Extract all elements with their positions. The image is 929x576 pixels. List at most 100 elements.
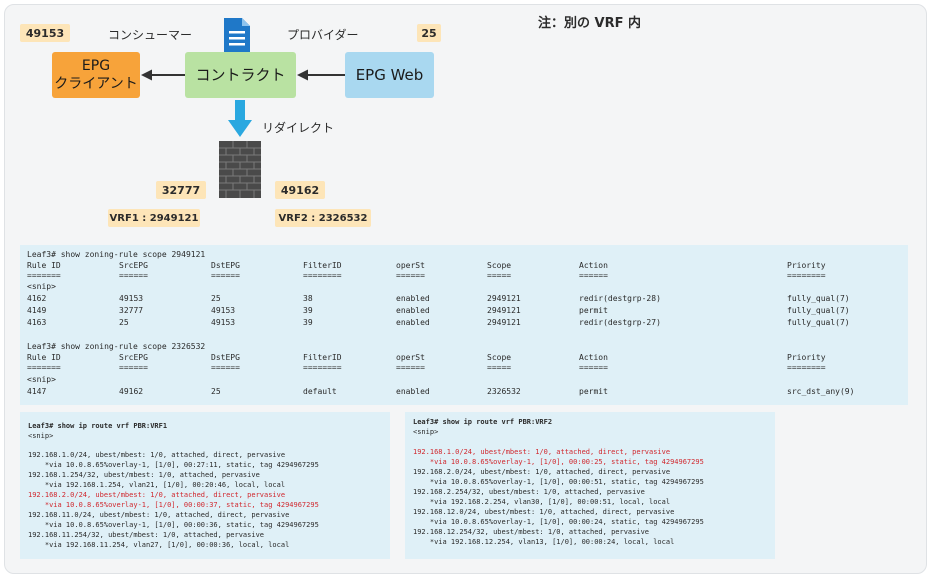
route-entry: *via 192.168.2.254, vlan30, [1/0], 00:00… — [413, 498, 671, 506]
table-cell: 32777 — [119, 306, 144, 315]
separator-row: ======= ====== ====== ======== ====== ==… — [20, 362, 908, 373]
table-cell: fully_qual(7) — [787, 306, 850, 315]
separator: ======== — [303, 363, 342, 372]
table-cell: 38 — [303, 294, 313, 303]
route-entry: 192.168.1.0/24, ubest/mbest: 1/0, attach… — [28, 451, 286, 459]
table-cell: 2949121 — [487, 306, 521, 315]
badge-provider-pctag: 25 — [417, 24, 441, 42]
snip-text: <snip> — [27, 282, 56, 291]
snip-row: <snip> — [20, 281, 908, 292]
table-cell: redir(destgrp-28) — [579, 294, 661, 303]
separator: ====== — [211, 271, 240, 280]
badge-fw-provider-pctag: 49162 — [275, 181, 325, 199]
table-cell: 25 — [119, 318, 129, 327]
table-cell: fully_qual(7) — [787, 318, 850, 327]
table-cell: enabled — [396, 294, 430, 303]
table-cell: permit — [579, 387, 608, 396]
redirect-arrow-icon — [228, 100, 252, 137]
badge-vrf2: VRF2 : 2326532 — [275, 209, 371, 227]
table-cell: fully_qual(7) — [787, 294, 850, 303]
route-entry: *via 192.168.1.254, vlan21, [1/0], 00:20… — [28, 481, 286, 489]
table-cell: default — [303, 387, 337, 396]
epg-web-label: EPG Web — [355, 66, 424, 84]
separator: ======== — [303, 271, 342, 280]
route-entry: 192.168.1.254/32, ubest/mbest: 1/0, atta… — [28, 471, 260, 479]
route-entry: *via 10.0.8.65%overlay-1, [1/0], 00:00:3… — [28, 521, 319, 529]
separator: ====== — [579, 271, 608, 280]
contract-document-icon — [224, 18, 250, 54]
table-cell: permit — [579, 306, 608, 315]
separator: ====== — [211, 363, 240, 372]
route-entry: *via 10.0.8.65%overlay-1, [1/0], 00:27:1… — [28, 461, 319, 469]
table-cell: 25 — [211, 294, 221, 303]
table-cell: 49153 — [211, 318, 236, 327]
table-cell: 2326532 — [487, 387, 521, 396]
cli-command: Leaf3# show ip route vrf PBR:VRF1 — [28, 422, 168, 430]
route-entry: *via 10.0.8.65%overlay-1, [1/0], 00:00:5… — [413, 478, 704, 486]
table-cell: enabled — [396, 306, 430, 315]
route-entry: 192.168.2.0/24, ubest/mbest: 1/0, attach… — [413, 468, 671, 476]
route-entry: 192.168.11.0/24, ubest/mbest: 1/0, attac… — [28, 511, 290, 519]
table-cell: 39 — [303, 318, 313, 327]
table-cell: 49162 — [119, 387, 144, 396]
separator: ======= — [27, 271, 61, 280]
snip-row: <snip> — [20, 374, 908, 385]
separator: ======== — [787, 363, 826, 372]
route-panel-vrf1: Leaf3# show ip route vrf PBR:VRF1 <snip>… — [20, 412, 390, 559]
separator-row: ======= ====== ====== ======== ====== ==… — [20, 270, 908, 281]
table-cell: 39 — [303, 306, 313, 315]
badge-vrf1: VRF1 : 2949121 — [108, 209, 200, 227]
table-cell: 4149 — [27, 306, 47, 315]
snip-text: <snip> — [413, 428, 439, 436]
snip-text: <snip> — [28, 432, 54, 440]
table-cell: 2949121 — [487, 294, 521, 303]
table-cell: enabled — [396, 387, 430, 396]
separator: ======= — [27, 363, 61, 372]
table-row: 4163 25 49153 39 enabled 2949121 redir(d… — [20, 317, 908, 328]
route-entry: *via 192.168.12.254, vlan13, [1/0], 00:0… — [413, 538, 675, 546]
epg-web-box: EPG Web — [345, 52, 434, 98]
badge-fw-consumer-pctag: 32777 — [156, 181, 206, 199]
redirect-label: リダイレクト — [262, 121, 335, 135]
table-cell: enabled — [396, 318, 430, 327]
firewall-icon — [219, 141, 261, 198]
route-entry: 192.168.12.254/32, ubest/mbest: 1/0, att… — [413, 528, 650, 536]
separator: ======== — [787, 271, 826, 280]
cli-command-line: Leaf3# show zoning-rule scope 2326532 — [20, 341, 908, 352]
consumer-label: コンシューマー — [108, 28, 193, 42]
table-row: 4147 49162 25 default enabled 2326532 pe… — [20, 386, 908, 397]
zoning-rule-panel: Leaf3# show zoning-rule scope 2949121 Ru… — [20, 245, 908, 405]
route-entry-highlighted: 192.168.1.0/24, ubest/mbest: 1/0, attach… — [413, 448, 671, 456]
note-label: 注：別の VRF 内 — [538, 16, 642, 31]
table-cell: 2949121 — [487, 318, 521, 327]
route-panel-vrf2: Leaf3# show ip route vrf PBR:VRF2 <snip>… — [405, 412, 775, 559]
snip-text: <snip> — [27, 375, 56, 384]
separator: ====== — [579, 363, 608, 372]
provider-label: プロバイダー — [287, 28, 359, 42]
separator: ===== — [487, 363, 512, 372]
table-cell: redir(destgrp-27) — [579, 318, 661, 327]
arrow-left-icon — [297, 69, 308, 81]
epg-client-label: EPG クライアント — [54, 58, 138, 92]
separator: ===== — [487, 271, 512, 280]
separator: ====== — [396, 271, 425, 280]
table-cell: 4162 — [27, 294, 47, 303]
contract-box: コントラクト — [185, 52, 296, 98]
badge-consumer-pctag: 49153 — [20, 24, 70, 42]
table-cell: src_dst_any(9) — [787, 387, 855, 396]
table-cell: 25 — [211, 387, 221, 396]
arrow-left-icon — [141, 69, 152, 81]
table-row: 4149 32777 49153 39 enabled 2949121 perm… — [20, 305, 908, 316]
table-cell: 49153 — [119, 294, 144, 303]
cli-command: Leaf3# show ip route vrf PBR:VRF2 — [413, 418, 553, 426]
route-entry: *via 192.168.11.254, vlan27, [1/0], 00:0… — [28, 541, 290, 549]
epg-client-box: EPG クライアント — [52, 52, 140, 98]
route-entry: 192.168.11.254/32, ubest/mbest: 1/0, att… — [28, 531, 265, 539]
arrow-web-to-contract — [306, 74, 345, 76]
table-cell: 4163 — [27, 318, 47, 327]
cli-command: Leaf3# show zoning-rule scope 2949121 — [27, 250, 206, 259]
contract-label: コントラクト — [195, 66, 286, 84]
route-entry-highlighted: *via 10.0.8.65%overlay-1, [1/0], 00:00:2… — [413, 458, 704, 466]
table-cell: 49153 — [211, 306, 236, 315]
cli-command-line: Leaf3# show zoning-rule scope 2949121 — [20, 249, 908, 260]
